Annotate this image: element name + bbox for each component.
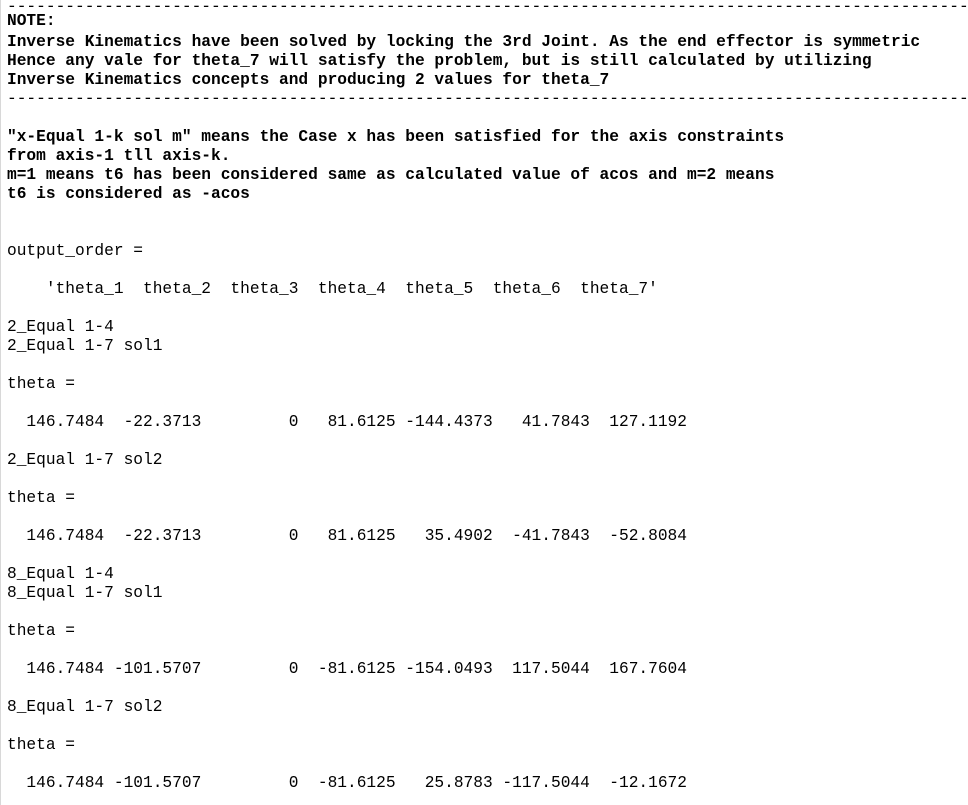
theta-label: theta = [7, 622, 75, 640]
legend-line-3: m=1 means t6 has been considered same as… [7, 166, 775, 184]
case-label: 8_Equal 1-7 sol1 [7, 584, 163, 602]
case-label: 2_Equal 1-7 sol2 [7, 451, 163, 469]
legend-line-1: "x-Equal 1-k sol m" means the Case x has… [7, 128, 785, 146]
output-order-value: 'theta_1 theta_2 theta_3 theta_4 theta_5… [7, 280, 658, 298]
theta-values-row: 146.7484 -22.3713 0 81.6125 35.4902 -41.… [7, 527, 687, 545]
legend-line-4: t6 is considered as -acos [7, 185, 250, 203]
theta-values-row: 146.7484 -22.3713 0 81.6125 -144.4373 41… [7, 413, 687, 431]
note-heading: NOTE: [7, 12, 56, 30]
separator-line: ----------------------------------------… [7, 0, 968, 16]
case-label: 8_Equal 1-4 [7, 565, 114, 583]
case-label: 8_Equal 1-7 sol2 [7, 698, 163, 716]
case-label: 2_Equal 1-4 [7, 318, 114, 336]
theta-values-row: 146.7484 -101.5707 0 -81.6125 25.8783 -1… [7, 774, 687, 792]
theta-label: theta = [7, 375, 75, 393]
command-window-output[interactable]: ----------------------------------------… [0, 0, 968, 805]
theta-values-row: 146.7484 -101.5707 0 -81.6125 -154.0493 … [7, 660, 687, 678]
theta-label: theta = [7, 736, 75, 754]
legend-line-2: from axis-1 tll axis-k. [7, 147, 231, 165]
separator-line: ----------------------------------------… [7, 90, 968, 108]
case-label: 2_Equal 1-7 sol1 [7, 337, 163, 355]
theta-label: theta = [7, 489, 75, 507]
output-order-label: output_order = [7, 242, 143, 260]
note-line-2: Hence any vale for theta_7 will satisfy … [7, 52, 872, 70]
note-line-1: Inverse Kinematics have been solved by l… [7, 33, 921, 51]
note-line-3: Inverse Kinematics concepts and producin… [7, 71, 610, 89]
